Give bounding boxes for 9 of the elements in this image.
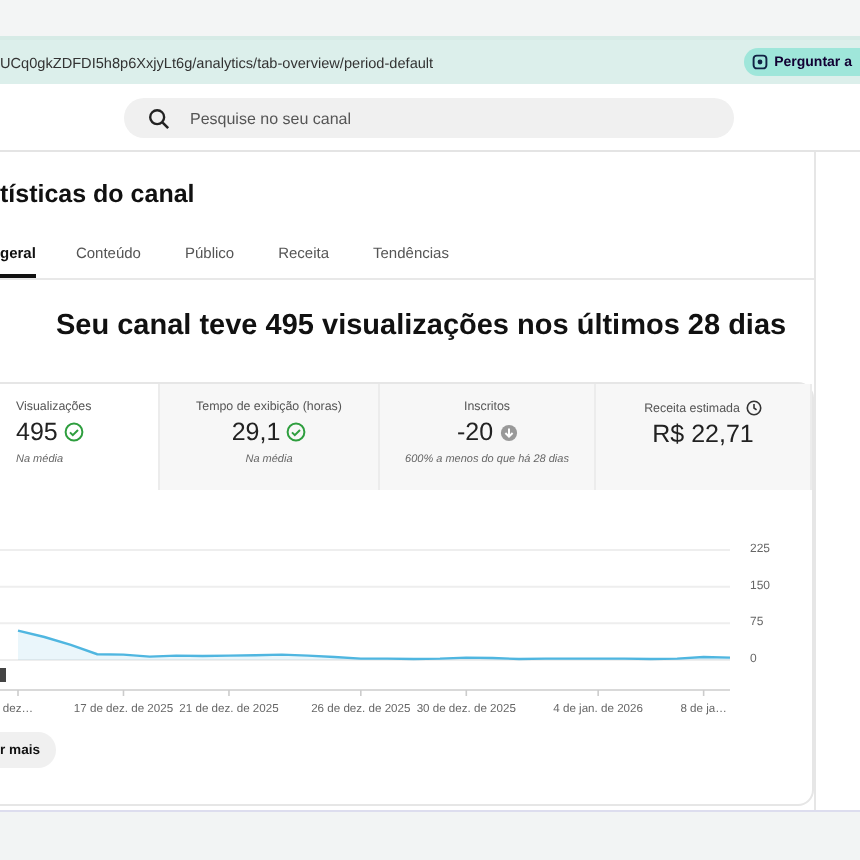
- page-title: tísticas do canal: [0, 180, 197, 208]
- metric-value: R$ 22,71: [652, 420, 754, 448]
- metric-value: 495: [16, 418, 58, 446]
- metric-value: 29,1: [231, 418, 281, 446]
- headline: Seu canal teve 495 visualizações nos últimos 28 dias: [56, 310, 789, 342]
- search-icon: [148, 107, 170, 129]
- search-field[interactable]: Pesquise no seu canal: [124, 98, 734, 138]
- marker-icon: [0, 668, 6, 682]
- metric-value: -20: [456, 418, 494, 446]
